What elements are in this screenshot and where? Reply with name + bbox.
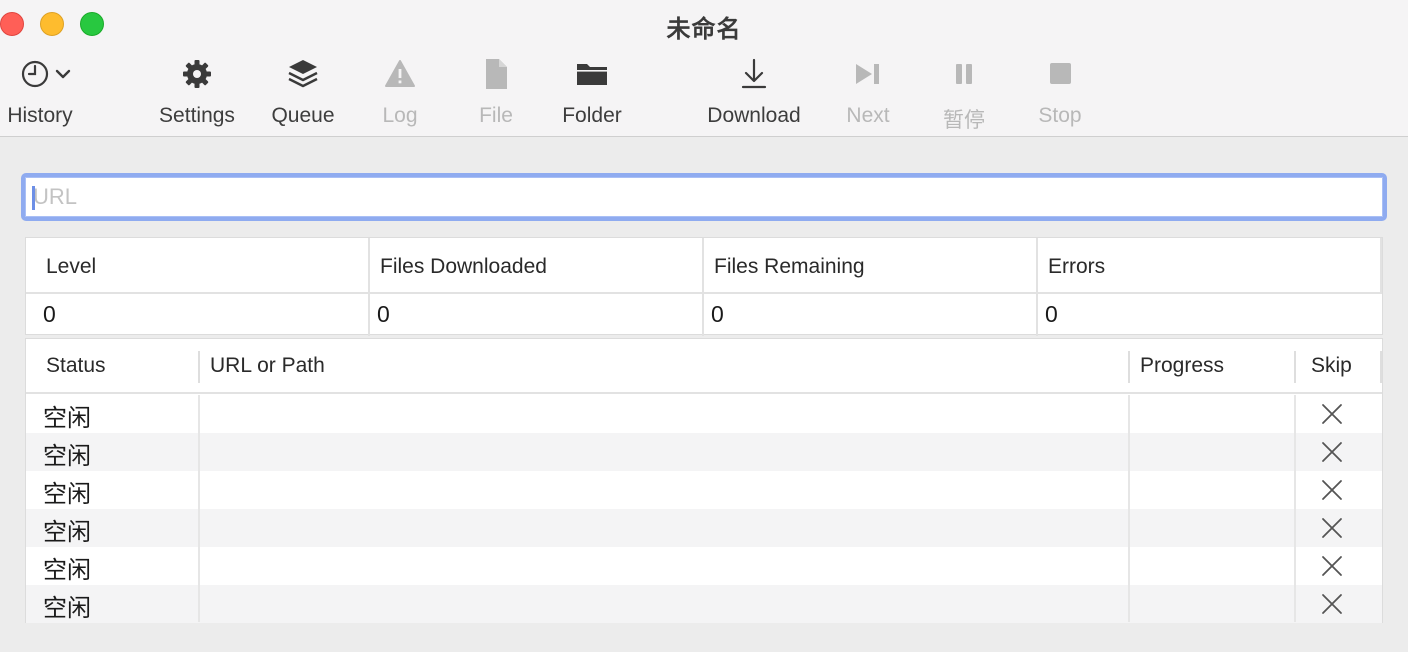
next-button[interactable]: Next <box>838 56 898 132</box>
stats-header-errors[interactable]: Errors <box>1038 238 1382 292</box>
table-row[interactable]: 空闲 <box>26 395 1382 433</box>
row-status: 空闲 <box>43 480 91 508</box>
stats-value-files-downloaded: 0 <box>370 294 704 336</box>
download-label: Download <box>707 104 801 127</box>
skip-forward-icon <box>850 56 886 92</box>
column-header-url-or-path[interactable]: URL or Path <box>210 349 1110 394</box>
history-button[interactable]: History <box>0 56 80 132</box>
folder-icon <box>574 56 610 92</box>
skip-x-icon[interactable] <box>1320 402 1344 426</box>
column-header-status[interactable]: Status <box>46 349 196 394</box>
table-row[interactable]: 空闲 <box>26 471 1382 509</box>
queue-table: Status URL or Path Progress Skip 空闲 空闲 空… <box>25 338 1383 623</box>
table-row[interactable]: 空闲 <box>26 547 1382 585</box>
download-button[interactable]: Download <box>700 56 808 132</box>
document-icon <box>478 56 514 92</box>
next-label: Next <box>846 104 890 127</box>
queue-rows: 空闲 空闲 空闲 空闲 空闲 空闲 <box>26 395 1382 623</box>
stats-value-files-remaining: 0 <box>704 294 1038 336</box>
log-button[interactable]: Log <box>370 56 430 132</box>
settings-button[interactable]: Settings <box>152 56 242 132</box>
stack-icon <box>285 56 321 92</box>
row-status: 空闲 <box>43 556 91 584</box>
window-title: 未命名 <box>666 16 742 43</box>
stats-value-level: 0 <box>26 294 370 336</box>
url-field-container <box>21 173 1387 221</box>
stop-button[interactable]: Stop <box>1030 56 1090 132</box>
log-label: Log <box>382 104 418 127</box>
skip-x-icon[interactable] <box>1320 554 1344 578</box>
row-status: 空闲 <box>43 404 91 432</box>
titlebar-toolbar: 未命名 History Settings Queue Log File Fold… <box>0 0 1408 137</box>
skip-x-icon[interactable] <box>1320 478 1344 502</box>
column-header-progress[interactable]: Progress <box>1140 349 1290 394</box>
column-divider[interactable] <box>1128 351 1130 383</box>
row-status: 空闲 <box>43 594 91 622</box>
pause-icon <box>946 56 982 92</box>
row-status: 空闲 <box>43 518 91 546</box>
stats-header-row: Level Files Downloaded Files Remaining E… <box>26 238 1382 294</box>
history-label: History <box>7 104 73 127</box>
stats-header-files-remaining[interactable]: Files Remaining <box>704 238 1038 292</box>
download-arrow-icon <box>736 56 772 92</box>
column-divider[interactable] <box>1380 351 1382 383</box>
column-gridline <box>1128 395 1130 622</box>
skip-x-icon[interactable] <box>1320 516 1344 540</box>
table-row[interactable]: 空闲 <box>26 433 1382 471</box>
settings-label: Settings <box>159 104 235 127</box>
stats-header-level[interactable]: Level <box>26 238 370 292</box>
queue-header-row: Status URL or Path Progress Skip <box>26 349 1382 394</box>
stats-header-files-downloaded[interactable]: Files Downloaded <box>370 238 704 292</box>
stats-value-row: 0 0 0 0 <box>26 294 1382 336</box>
skip-x-icon[interactable] <box>1320 440 1344 464</box>
file-label: File <box>479 104 513 127</box>
table-row[interactable]: 空闲 <box>26 585 1382 623</box>
queue-button[interactable]: Queue <box>263 56 343 132</box>
stop-label: Stop <box>1038 104 1082 127</box>
folder-button[interactable]: Folder <box>554 56 630 132</box>
pause-button[interactable]: 暂停 <box>934 56 994 132</box>
warning-icon <box>382 56 418 92</box>
url-input[interactable] <box>25 177 1383 217</box>
stop-icon <box>1042 56 1078 92</box>
folder-label: Folder <box>562 104 622 127</box>
column-header-skip[interactable]: Skip <box>1311 349 1371 394</box>
pause-label: 暂停 <box>943 108 985 132</box>
row-status: 空闲 <box>43 442 91 470</box>
table-row[interactable]: 空闲 <box>26 509 1382 547</box>
gear-icon <box>179 56 215 92</box>
stats-table: Level Files Downloaded Files Remaining E… <box>25 237 1383 336</box>
column-gridline <box>198 395 200 622</box>
queue-label: Queue <box>271 104 335 127</box>
stats-value-errors: 0 <box>1045 301 1058 327</box>
column-divider[interactable] <box>198 351 200 383</box>
skip-x-icon[interactable] <box>1320 592 1344 616</box>
file-button[interactable]: File <box>466 56 526 132</box>
text-caret <box>32 186 35 210</box>
column-divider[interactable] <box>1294 351 1296 383</box>
clock-icon <box>8 56 72 92</box>
column-gridline <box>1294 395 1296 622</box>
